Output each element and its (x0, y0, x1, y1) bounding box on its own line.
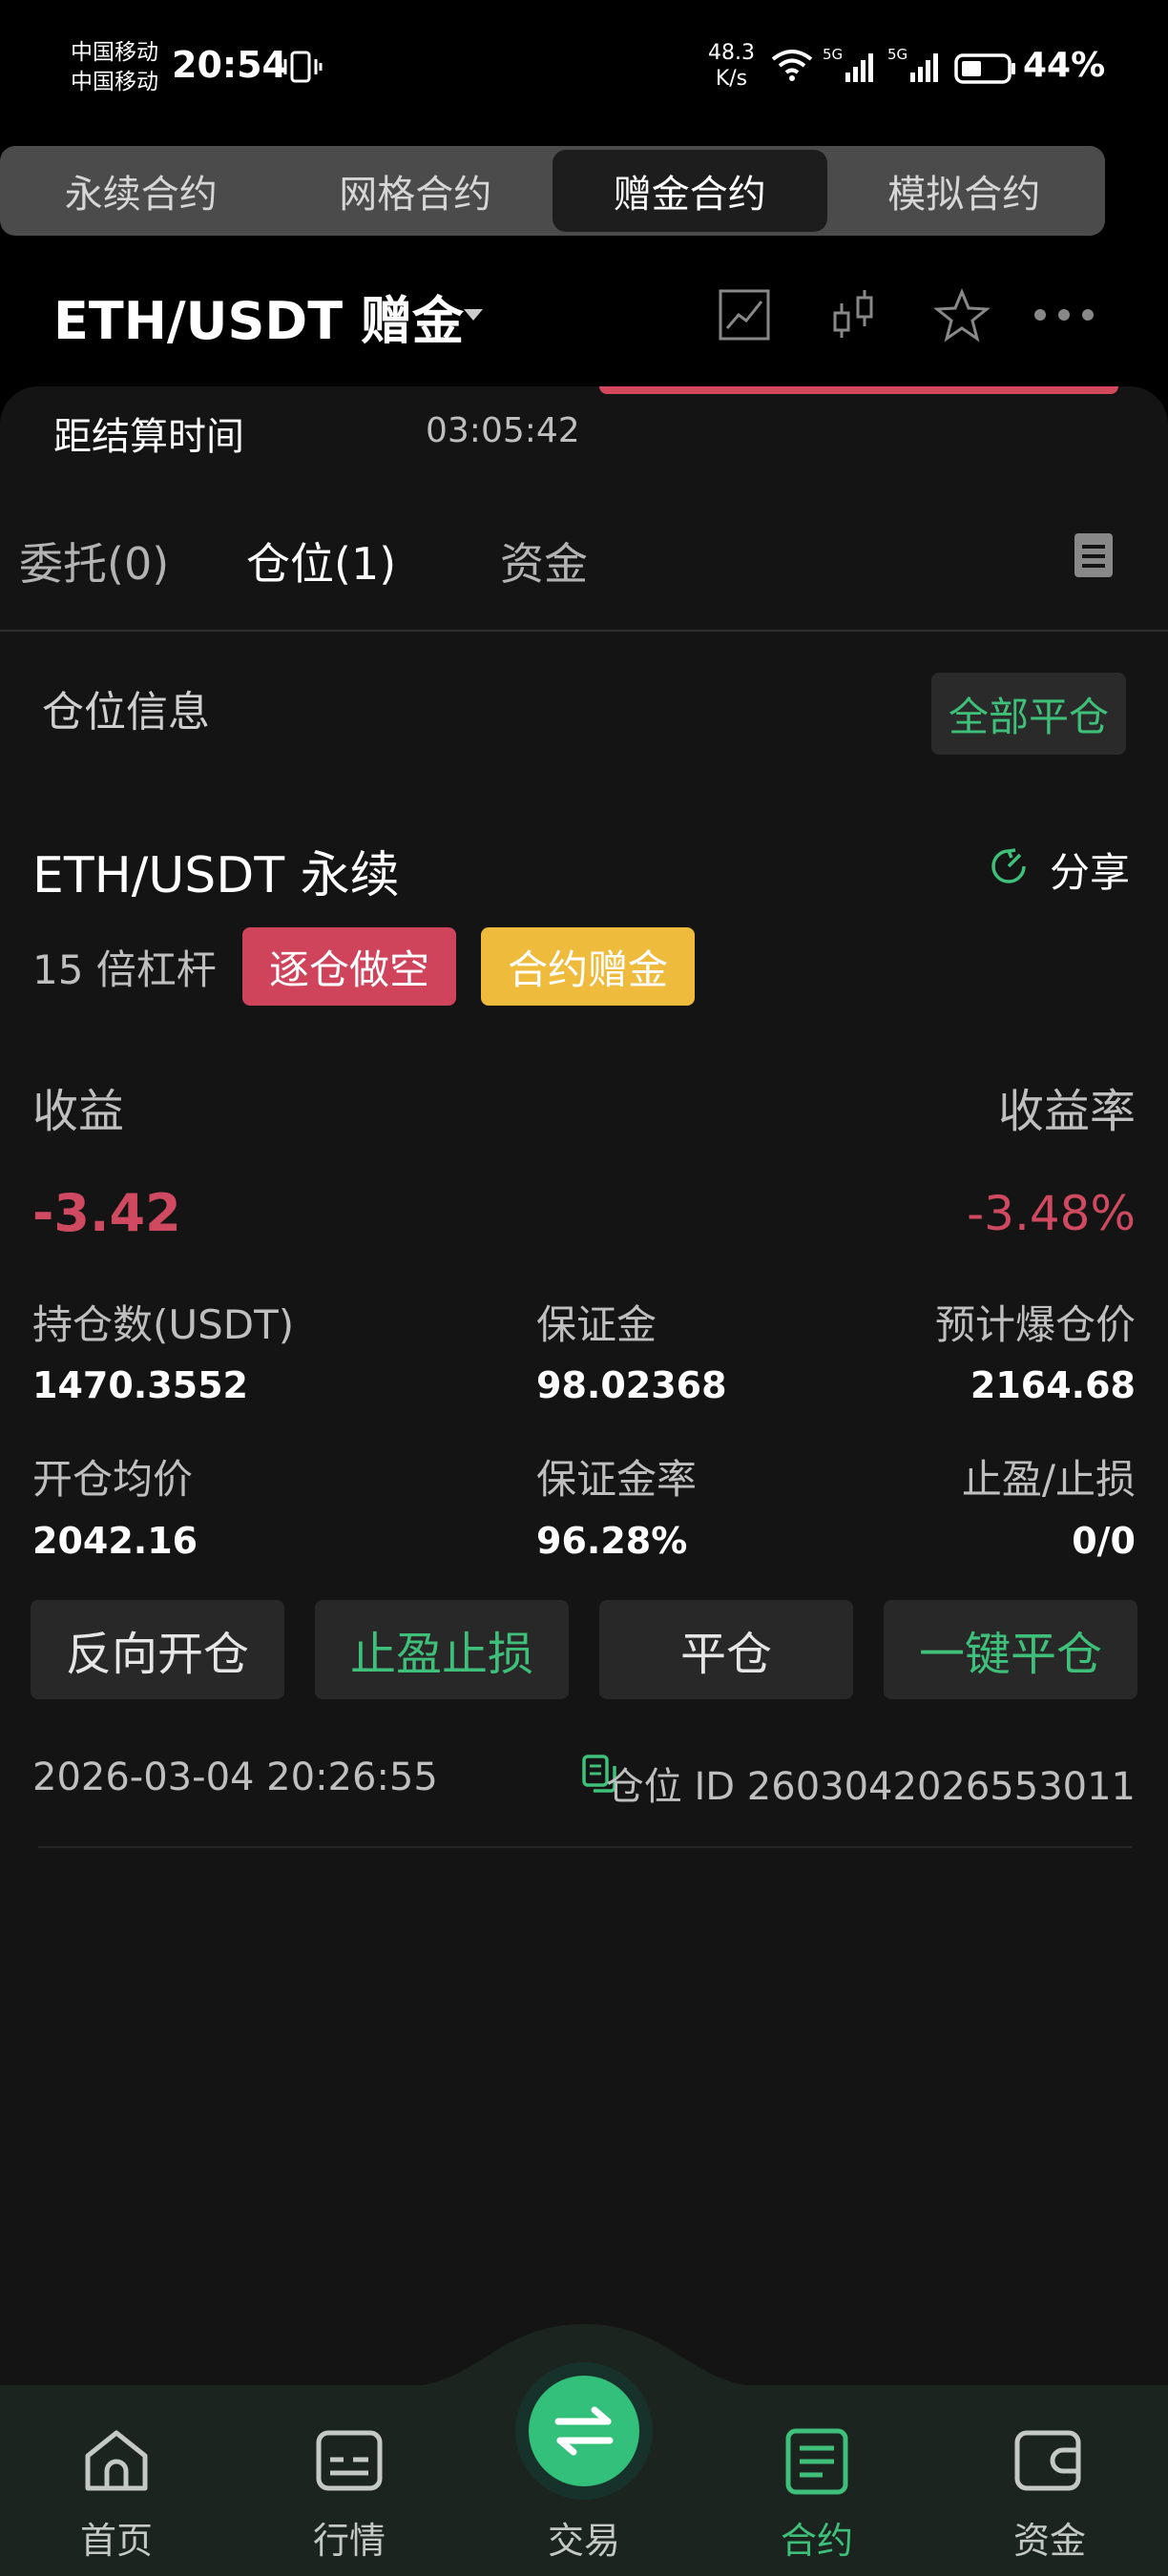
battery-percent: 44% (1023, 46, 1106, 85)
margin-rate-label: 保证金率 (536, 1456, 698, 1503)
share-button[interactable]: 分享 (1050, 841, 1130, 899)
caret-down-icon[interactable] (464, 309, 483, 321)
nav-contract-label: 合约 (780, 2520, 853, 2562)
size-label: 持仓数(USDT) (32, 1301, 295, 1348)
contract-bonus-badge: 合约赠金 (481, 927, 695, 1006)
nav-assets[interactable]: 资金 (964, 2385, 1136, 2576)
quick-close-button[interactable]: 一键平仓 (884, 1600, 1137, 1699)
chart-line-icon[interactable] (718, 288, 771, 342)
tab-simulation[interactable]: 模拟合约 (827, 150, 1102, 232)
margin-label: 保证金 (536, 1301, 657, 1348)
pnl-rate-value: -3.48% (967, 1186, 1136, 1241)
pnl-label: 收益 (32, 1085, 125, 1138)
battery-icon (954, 53, 1015, 84)
tab-perpetual[interactable]: 永续合约 (4, 150, 279, 232)
wifi-icon (771, 50, 813, 81)
sub-tabs: 委托(0) 仓位(1) 资金 (0, 482, 1168, 632)
tab-grid[interactable]: 网格合约 (279, 150, 553, 232)
tpsl-label: 止盈/止损 (961, 1456, 1136, 1503)
document-icon[interactable] (1073, 531, 1115, 579)
entry-price-value: 2042.16 (32, 1520, 198, 1562)
tpsl-button[interactable]: 止盈止损 (315, 1600, 569, 1699)
signal-1-label: 5G (823, 46, 844, 63)
nav-home[interactable]: 首页 (31, 2385, 202, 2576)
carrier-info: 中国移动 中国移动 (71, 38, 158, 97)
nav-market-label: 行情 (312, 2520, 386, 2562)
net-speed-unit: K/s (715, 67, 748, 91)
status-bar: 中国移动 中国移动 20:54 48.3 K/s 5G 5G 44% (0, 0, 1168, 134)
liquidation-label: 预计爆仓价 (934, 1301, 1136, 1348)
signal-2: 5G (887, 46, 949, 88)
market-icon (316, 2430, 383, 2491)
signal-1: 5G (823, 46, 884, 88)
size-value: 1470.3552 (32, 1364, 248, 1406)
carrier-1: 中国移动 (71, 40, 158, 65)
position-id: 仓位 ID 2603042026553011 (605, 1765, 1136, 1809)
home-icon (85, 2430, 148, 2491)
position-name: ETH/USDT 永续 (32, 847, 400, 904)
margin-value: 98.02368 (536, 1364, 727, 1406)
vibrate-icon (279, 51, 323, 83)
star-icon[interactable] (933, 288, 991, 343)
entry-price-label: 开仓均价 (32, 1456, 194, 1503)
contract-type-tabs: 永续合约 网格合约 赠金合约 模拟合约 (0, 146, 1105, 236)
nav-assets-label: 资金 (1012, 2520, 1086, 2562)
net-speed-value: 48.3 (708, 41, 755, 65)
tab-orders[interactable]: 委托(0) (19, 530, 169, 592)
clock: 20:54 (172, 44, 287, 86)
tab-assets[interactable]: 资金 (500, 530, 588, 592)
liquidation-value: 2164.68 (970, 1364, 1136, 1406)
position-section-title: 仓位信息 (42, 688, 210, 737)
reverse-open-button[interactable]: 反向开仓 (31, 1600, 284, 1699)
signal-2-label: 5G (887, 46, 908, 63)
tpsl-value: 0/0 (1072, 1520, 1136, 1562)
countdown-accent-bar (599, 386, 1118, 394)
pnl-value: -3.42 (32, 1183, 181, 1243)
nav-trade-label: 交易 (547, 2520, 620, 2562)
close-all-button[interactable]: 全部平仓 (931, 673, 1126, 755)
countdown-value: 03:05:42 (426, 411, 580, 450)
nav-contract[interactable]: 合约 (731, 2385, 903, 2576)
position-time: 2026-03-04 20:26:55 (32, 1755, 438, 1799)
countdown-label: 距结算时间 (53, 415, 244, 459)
carrier-2: 中国移动 (71, 70, 158, 94)
settlement-countdown: 距结算时间 03:05:42 (0, 386, 1168, 482)
close-position-button[interactable]: 平仓 (599, 1600, 853, 1699)
wallet-icon (1014, 2430, 1081, 2491)
isolated-short-badge: 逐仓做空 (242, 927, 456, 1006)
more-icon[interactable] (1031, 305, 1097, 324)
share-icon[interactable] (989, 846, 1029, 886)
leverage-label: 15 倍杠杆 (32, 946, 217, 993)
pnl-rate-label: 收益率 (997, 1085, 1136, 1138)
divider (38, 1846, 1132, 1848)
trade-button[interactable] (529, 2376, 639, 2486)
contract-icon (785, 2428, 848, 2495)
positions-panel: 委托(0) 仓位(1) 资金 仓位信息 全部平仓 ETH/USDT 永续 分享 … (0, 482, 1168, 2385)
tab-bonus[interactable]: 赠金合约 (553, 150, 827, 232)
candlestick-icon[interactable] (830, 288, 878, 342)
nav-market[interactable]: 行情 (263, 2385, 435, 2576)
net-speed: 48.3 K/s (708, 40, 755, 92)
tab-positions[interactable]: 仓位(1) (246, 530, 396, 592)
pair-selector[interactable]: ETH/USDT 赠金 (53, 279, 464, 354)
margin-rate-value: 96.28% (536, 1520, 688, 1562)
nav-home-label: 首页 (79, 2520, 153, 2562)
pair-header: ETH/USDT 赠金 (0, 267, 1168, 363)
swap-icon (554, 2406, 614, 2456)
